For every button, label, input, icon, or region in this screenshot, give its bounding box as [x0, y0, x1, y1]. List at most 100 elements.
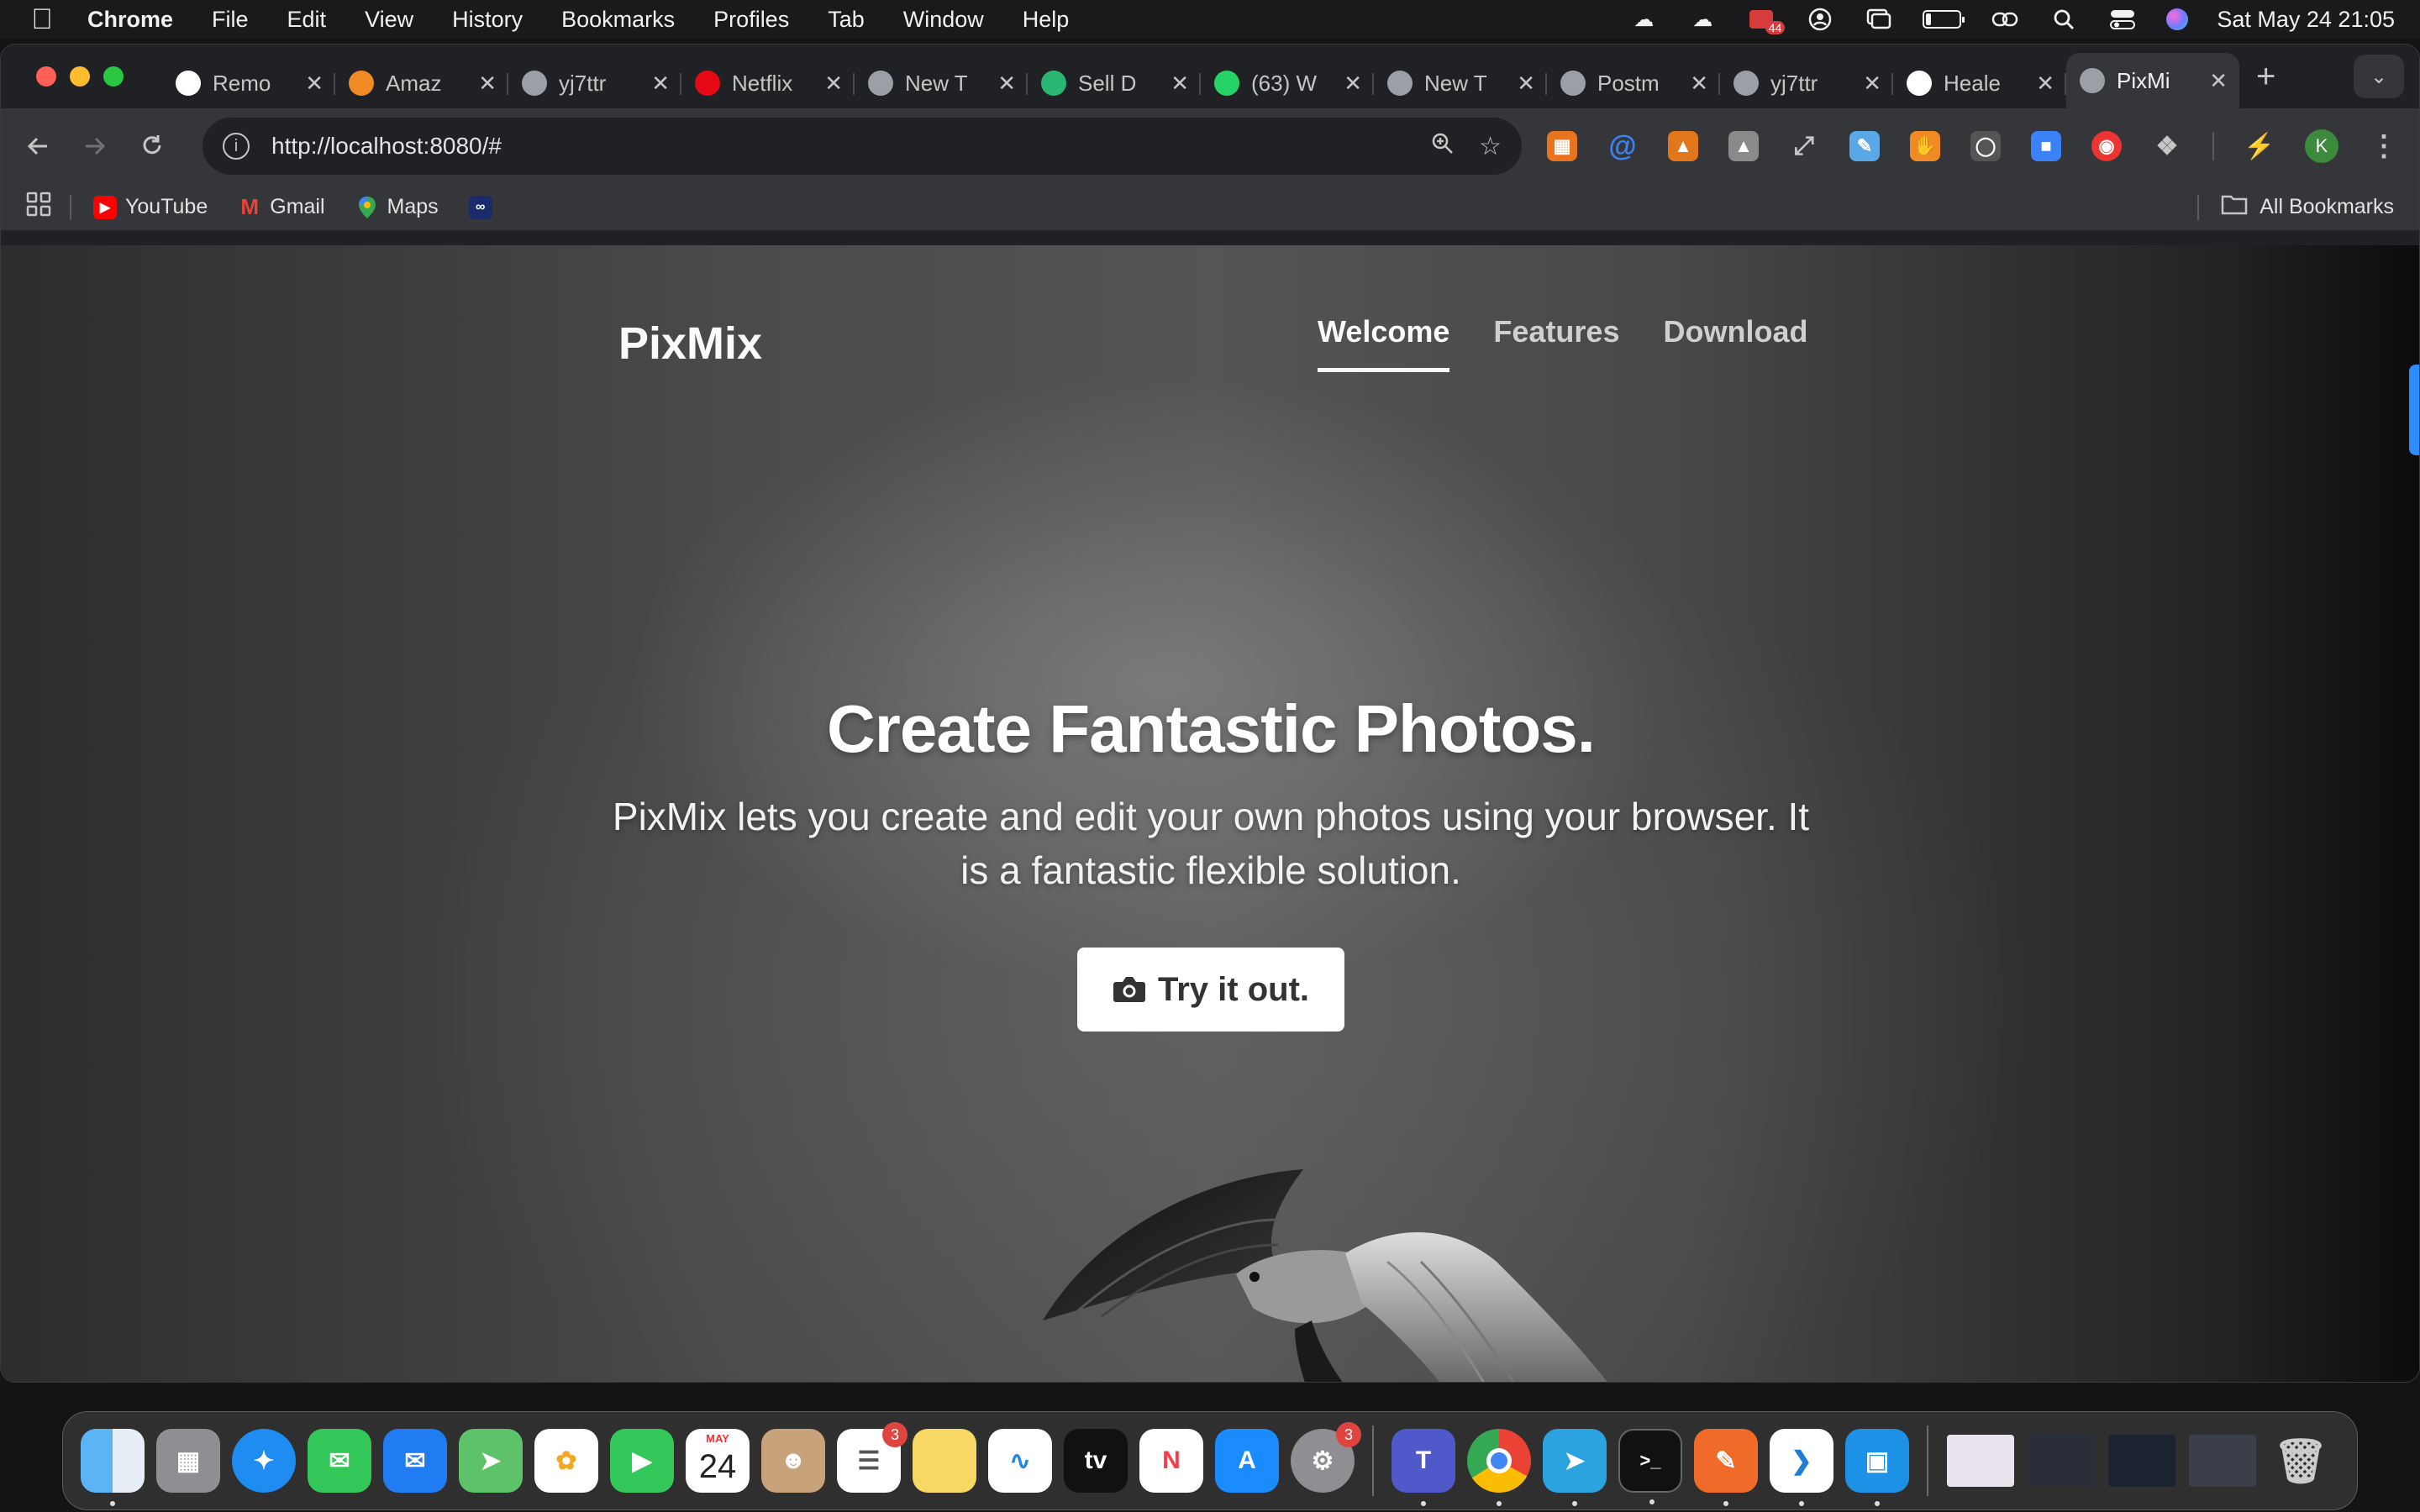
- nav-welcome[interactable]: Welcome: [1318, 314, 1450, 372]
- app-store-icon[interactable]: A: [1215, 1429, 1279, 1493]
- finder-icon[interactable]: [81, 1429, 145, 1506]
- bookmark-gmail[interactable]: M Gmail: [238, 194, 324, 219]
- all-bookmarks-button[interactable]: All Bookmarks: [2197, 193, 2394, 221]
- screen-mirroring-icon[interactable]: [1864, 8, 1894, 31]
- apple-tv-icon[interactable]: tv: [1064, 1429, 1128, 1493]
- bookmark-star-icon[interactable]: ☆: [1479, 132, 1502, 161]
- close-tab-icon[interactable]: ✕: [2036, 71, 2054, 97]
- nav-download[interactable]: Download: [1663, 314, 1807, 372]
- close-window-button[interactable]: [36, 66, 56, 87]
- browser-tab[interactable]: Sell D ✕: [1028, 58, 1201, 108]
- browser-tab[interactable]: yj7ttr ✕: [1720, 58, 1893, 108]
- vscode-icon[interactable]: ❯: [1770, 1429, 1833, 1506]
- metamask-fox-icon[interactable]: ▲: [1668, 131, 1698, 161]
- control-center-icon[interactable]: [2107, 8, 2138, 31]
- browser-tab[interactable]: New T ✕: [855, 58, 1028, 108]
- launchpad-icon[interactable]: ▦: [156, 1429, 220, 1493]
- terminal-icon[interactable]: >_: [1618, 1429, 1682, 1504]
- address-bar[interactable]: i http://localhost:8080/# ☆: [203, 118, 1522, 175]
- apps-grid-icon[interactable]: [26, 192, 51, 223]
- chrome-menu-icon[interactable]: ⋮: [2369, 130, 2399, 162]
- calendar-icon[interactable]: MAY 24: [686, 1429, 750, 1493]
- close-tab-icon[interactable]: ✕: [1690, 71, 1708, 97]
- minimize-window-button[interactable]: [70, 66, 90, 87]
- zoom-icon[interactable]: [1430, 131, 1454, 161]
- close-tab-icon[interactable]: ✕: [478, 71, 497, 97]
- docker-icon[interactable]: ▣: [1845, 1429, 1909, 1506]
- browser-tab[interactable]: Heale ✕: [1893, 58, 2066, 108]
- close-tab-icon[interactable]: ✕: [305, 71, 324, 97]
- close-tab-icon[interactable]: ✕: [1863, 71, 1881, 97]
- performance-icon[interactable]: ⚡: [2244, 131, 2275, 161]
- close-tab-icon[interactable]: ✕: [1517, 71, 1535, 97]
- user-account-icon[interactable]: [1805, 8, 1835, 31]
- extension-grid-icon[interactable]: ▦: [1547, 131, 1577, 161]
- menu-file[interactable]: File: [212, 7, 249, 33]
- reminders-icon[interactable]: ☰ 3: [837, 1422, 908, 1493]
- close-tab-icon[interactable]: ✕: [997, 71, 1016, 97]
- browser-tab[interactable]: Postm ✕: [1547, 58, 1720, 108]
- notification-app-icon[interactable]: 44: [1746, 8, 1786, 34]
- telegram-icon[interactable]: ➤: [1543, 1429, 1607, 1506]
- mail-icon[interactable]: ✉: [383, 1429, 447, 1493]
- minimized-window-thumbnail[interactable]: [2108, 1435, 2175, 1487]
- new-tab-button[interactable]: +: [2256, 58, 2275, 96]
- menu-edit[interactable]: Edit: [287, 7, 327, 33]
- extension-translate-icon[interactable]: ✎: [1849, 131, 1880, 161]
- fullscreen-extension-icon[interactable]: ⤢: [1789, 131, 1819, 161]
- cloud-sync-icon[interactable]: ☁: [1687, 8, 1718, 31]
- fullscreen-window-button[interactable]: [103, 66, 124, 87]
- menu-window[interactable]: Window: [903, 7, 984, 33]
- menu-history[interactable]: History: [452, 7, 523, 33]
- menu-bookmarks[interactable]: Bookmarks: [561, 7, 675, 33]
- reload-button[interactable]: [132, 126, 172, 166]
- menu-app-name[interactable]: Chrome: [87, 7, 173, 33]
- menubar-clock[interactable]: Sat May 24 21:05: [2217, 7, 2395, 33]
- menu-tab[interactable]: Tab: [828, 7, 865, 33]
- menu-help[interactable]: Help: [1023, 7, 1070, 33]
- extensions-puzzle-icon[interactable]: ❖: [2152, 131, 2182, 161]
- contacts-icon[interactable]: ☻: [761, 1429, 825, 1493]
- close-tab-icon[interactable]: ✕: [651, 71, 670, 97]
- messages-icon[interactable]: ✉: [308, 1429, 371, 1493]
- extension-shield-icon[interactable]: ▲: [1728, 131, 1759, 161]
- minimized-window-thumbnail[interactable]: [2028, 1435, 2095, 1487]
- postman-icon[interactable]: ✎: [1694, 1429, 1758, 1506]
- close-tab-icon[interactable]: ✕: [1344, 71, 1362, 97]
- trash-icon[interactable]: 🗑: [2269, 1429, 2333, 1493]
- profile-avatar[interactable]: K: [2305, 129, 2338, 163]
- browser-tab[interactable]: PixMi ✕: [2066, 53, 2239, 108]
- bookmark-maps[interactable]: Maps: [355, 195, 439, 219]
- browser-tab[interactable]: Remo ✕: [162, 58, 335, 108]
- tab-search-button[interactable]: ⌄: [2354, 55, 2404, 98]
- apple-menu-icon[interactable]: : [25, 3, 59, 36]
- extension-blue-square-icon[interactable]: ■: [2031, 131, 2061, 161]
- extension-at-icon[interactable]: @: [1607, 130, 1638, 162]
- browser-tab[interactable]: (63) W ✕: [1201, 58, 1374, 108]
- bookmark-youtube[interactable]: ▶ YouTube: [93, 195, 208, 219]
- photos-icon[interactable]: ✿: [534, 1429, 598, 1493]
- minimized-window-thumbnail[interactable]: [1947, 1435, 2014, 1487]
- news-icon[interactable]: N: [1139, 1429, 1203, 1493]
- system-settings-icon[interactable]: ⚙ 3: [1291, 1422, 1361, 1493]
- spotlight-search-icon[interactable]: [2049, 8, 2079, 31]
- brand-logo[interactable]: PixMix: [618, 318, 762, 370]
- minimized-window-thumbnail[interactable]: [2189, 1435, 2256, 1487]
- battery-icon[interactable]: [1923, 10, 1965, 29]
- safari-icon[interactable]: ✦: [232, 1429, 296, 1493]
- freeform-icon[interactable]: ∿: [988, 1429, 1052, 1493]
- facetime-icon[interactable]: ▶: [610, 1429, 674, 1493]
- maps-icon[interactable]: ➤: [459, 1429, 523, 1493]
- link-chain-icon[interactable]: [1990, 8, 2020, 31]
- browser-tab[interactable]: Amaz ✕: [335, 58, 508, 108]
- site-info-icon[interactable]: i: [223, 133, 250, 160]
- close-tab-icon[interactable]: ✕: [1171, 71, 1189, 97]
- close-tab-icon[interactable]: ✕: [2209, 68, 2228, 94]
- address-bar-url[interactable]: http://localhost:8080/#: [271, 133, 1405, 160]
- forward-button[interactable]: [75, 126, 115, 166]
- close-tab-icon[interactable]: ✕: [824, 71, 843, 97]
- chrome-icon[interactable]: [1467, 1429, 1531, 1506]
- extension-hand-icon[interactable]: ✋: [1910, 131, 1940, 161]
- weather-icon[interactable]: ☁: [1628, 8, 1659, 31]
- extension-mouse-icon[interactable]: ◯: [1970, 131, 2001, 161]
